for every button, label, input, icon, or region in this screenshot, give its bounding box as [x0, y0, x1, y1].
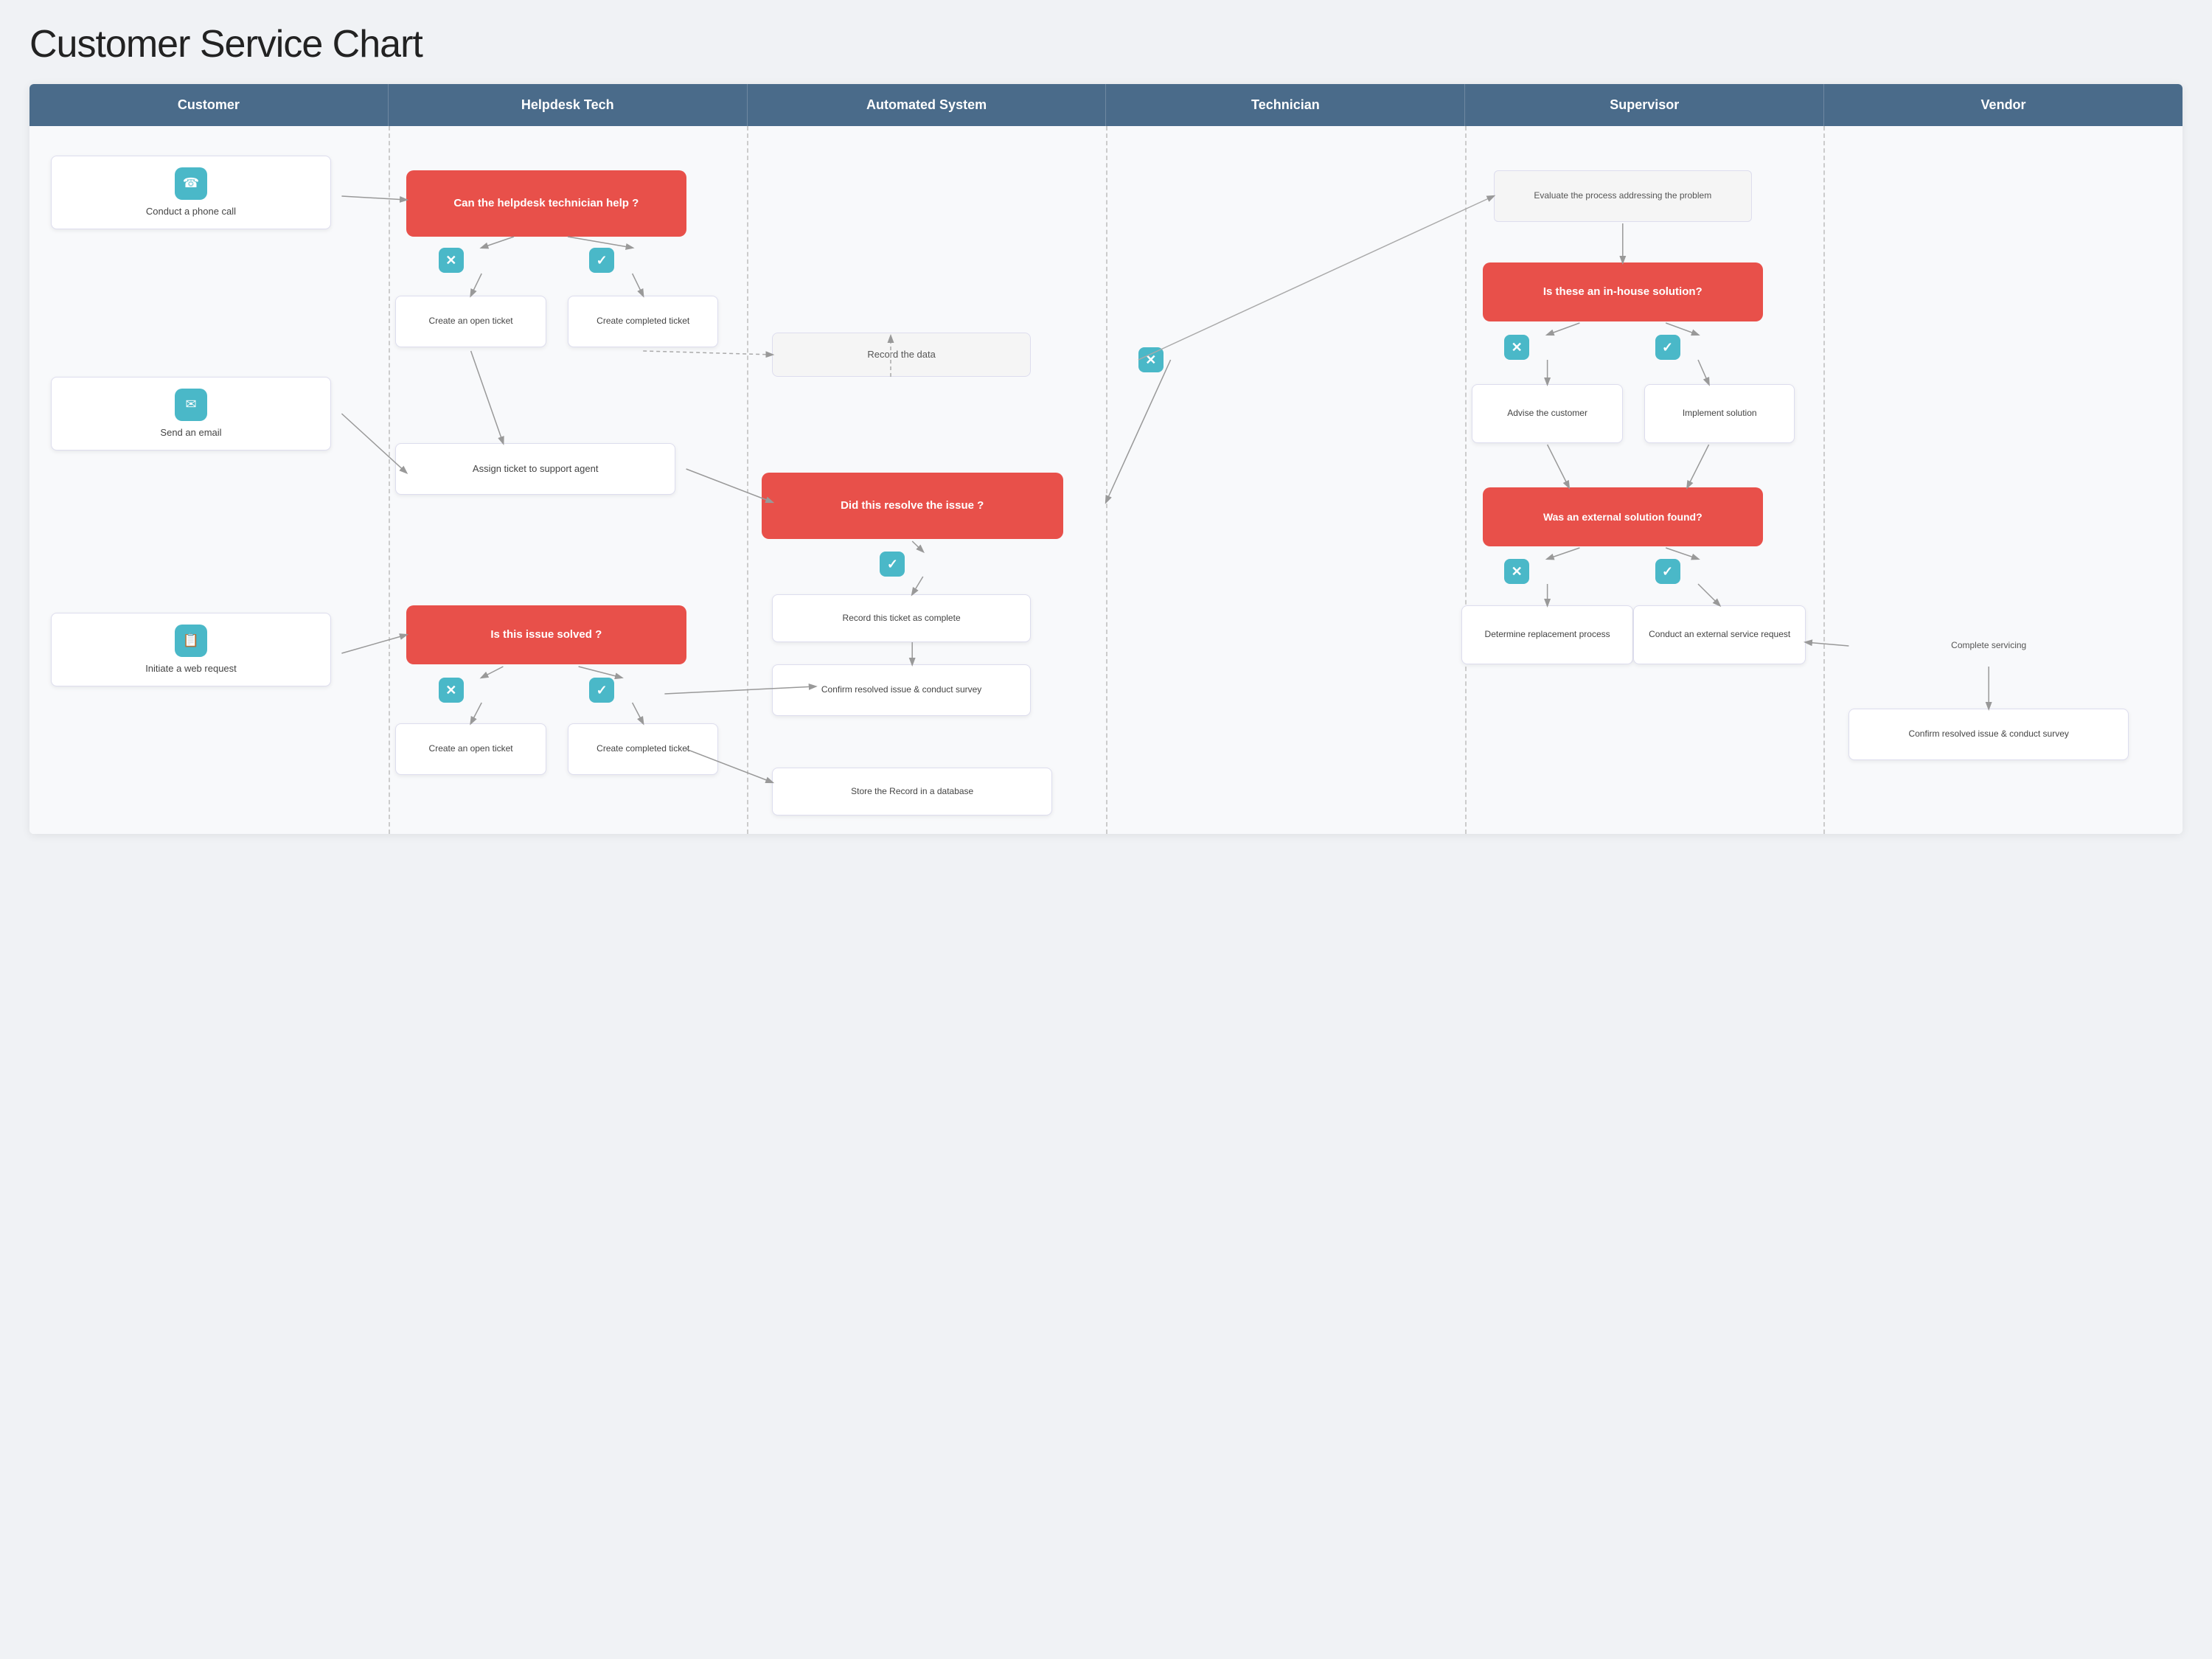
evaluate-label: Evaluate the process addressing the prob… — [1534, 190, 1711, 202]
assign-ticket-node: Assign ticket to support agent — [395, 443, 675, 495]
in-house-yes-btn[interactable]: ✓ — [1655, 335, 1680, 360]
record-data-node: Record the data — [772, 333, 1030, 377]
initiate-web-node: 📋 Initiate a web request — [51, 613, 331, 686]
col-header-automated: Automated System — [748, 84, 1107, 126]
in-house-no-btn[interactable]: ✕ — [1504, 335, 1529, 360]
external-no-btn[interactable]: ✕ — [1504, 559, 1529, 584]
confirm-survey2-node: Confirm resolved issue & conduct survey — [1848, 709, 2129, 760]
create-open1-node: Create an open ticket — [395, 296, 546, 347]
external-solution-node: Was an external solution found? — [1483, 487, 1763, 546]
conduct-external-label: Conduct an external service request — [1649, 629, 1790, 641]
create-completed2-label: Create completed ticket — [597, 743, 689, 755]
issue-solved-yes-btn[interactable]: ✓ — [589, 678, 614, 703]
phone-icon: ☎ — [175, 167, 207, 200]
email-icon: ✉ — [175, 389, 207, 421]
col-header-helpdesk: Helpdesk Tech — [389, 84, 748, 126]
is-issue-solved-node: Is this issue solved ? — [406, 605, 686, 664]
external-solution-label: Was an external solution found? — [1543, 510, 1703, 524]
evaluate-node: Evaluate the process addressing the prob… — [1494, 170, 1752, 222]
conduct-phone-node: ☎ Conduct a phone call — [51, 156, 331, 229]
create-open2-node: Create an open ticket — [395, 723, 546, 775]
swimlane-chart: Customer Helpdesk Tech Automated System … — [29, 84, 2183, 834]
advise-node: Advise the customer — [1472, 384, 1622, 443]
assign-ticket-label: Assign ticket to support agent — [473, 463, 599, 476]
col-header-vendor: Vendor — [1824, 84, 2183, 126]
confirm-survey1-label: Confirm resolved issue & conduct survey — [821, 684, 981, 696]
complete-servicing-label: Complete servicing — [1951, 640, 2026, 652]
chart-body: ☎ Conduct a phone call ✉ Send an email 📋… — [29, 126, 2183, 834]
issue-solved-no-btn[interactable]: ✕ — [439, 678, 464, 703]
confirm-survey1-node: Confirm resolved issue & conduct survey — [772, 664, 1030, 716]
can-helpdesk-node: Can the helpdesk technician help ? — [406, 170, 686, 237]
advise-label: Advise the customer — [1507, 408, 1587, 420]
header-row: Customer Helpdesk Tech Automated System … — [29, 84, 2183, 126]
record-complete-label: Record this ticket as complete — [843, 613, 961, 625]
determine-node: Determine replacement process — [1461, 605, 1634, 664]
confirm-survey2-label: Confirm resolved issue & conduct survey — [1908, 728, 2068, 740]
in-house-node: Is these an in-house solution? — [1483, 262, 1763, 321]
store-record-label: Store the Record in a database — [851, 786, 973, 798]
web-icon: 📋 — [175, 625, 207, 657]
complete-servicing-node: Complete servicing — [1860, 627, 2118, 664]
col-header-supervisor: Supervisor — [1465, 84, 1824, 126]
create-open1-label: Create an open ticket — [429, 316, 513, 327]
did-resolve-label: Did this resolve the issue ? — [841, 498, 984, 513]
implement-label: Implement solution — [1683, 408, 1757, 420]
create-open2-label: Create an open ticket — [429, 743, 513, 755]
store-record-node: Store the Record in a database — [772, 768, 1052, 815]
technician-x-btn[interactable]: ✕ — [1138, 347, 1164, 372]
in-house-label: Is these an in-house solution? — [1543, 285, 1703, 299]
col-header-technician: Technician — [1106, 84, 1465, 126]
conduct-external-node: Conduct an external service request — [1633, 605, 1806, 664]
initiate-web-label: Initiate a web request — [145, 663, 237, 675]
did-resolve-node: Did this resolve the issue ? — [762, 473, 1063, 539]
can-helpdesk-yes-btn[interactable]: ✓ — [589, 248, 614, 273]
col-header-customer: Customer — [29, 84, 389, 126]
implement-node: Implement solution — [1644, 384, 1795, 443]
is-issue-solved-label: Is this issue solved ? — [490, 627, 602, 642]
determine-label: Determine replacement process — [1485, 629, 1610, 641]
can-helpdesk-no-btn[interactable]: ✕ — [439, 248, 464, 273]
create-completed1-node: Create completed ticket — [568, 296, 718, 347]
conduct-phone-label: Conduct a phone call — [146, 206, 236, 218]
page-title: Customer Service Chart — [29, 22, 2183, 66]
record-data-label: Record the data — [867, 349, 936, 361]
create-completed2-node: Create completed ticket — [568, 723, 718, 775]
did-resolve-yes-btn[interactable]: ✓ — [880, 552, 905, 577]
send-email-node: ✉ Send an email — [51, 377, 331, 451]
external-yes-btn[interactable]: ✓ — [1655, 559, 1680, 584]
send-email-label: Send an email — [160, 427, 221, 439]
create-completed1-label: Create completed ticket — [597, 316, 689, 327]
can-helpdesk-label: Can the helpdesk technician help ? — [453, 196, 639, 211]
record-complete-node: Record this ticket as complete — [772, 594, 1030, 642]
